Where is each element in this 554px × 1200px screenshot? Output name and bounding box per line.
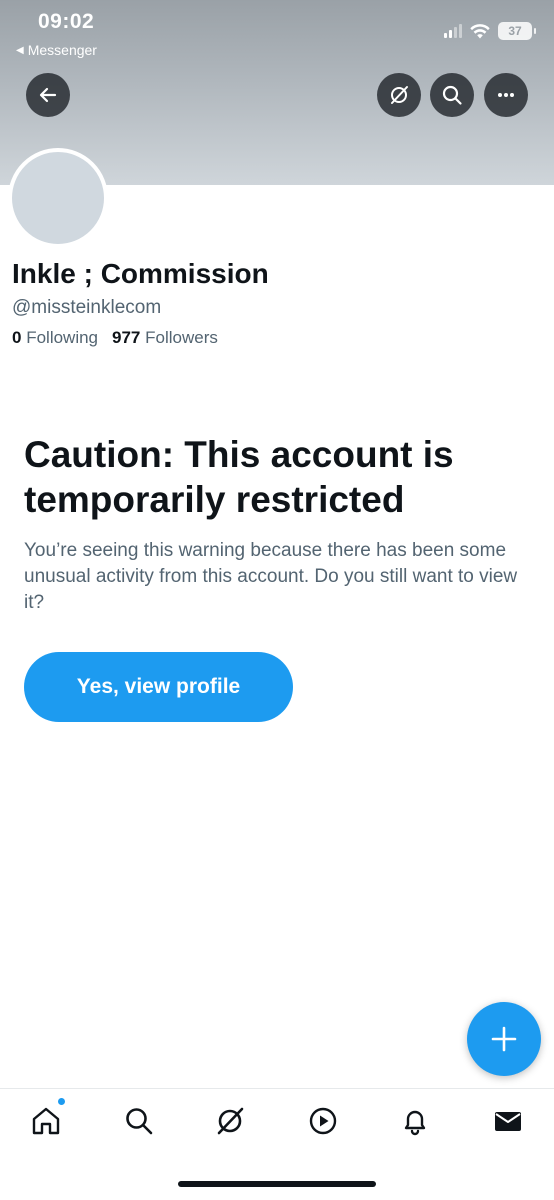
following-label: Following: [26, 328, 99, 347]
tab-home[interactable]: [28, 1097, 66, 1139]
search-button[interactable]: [430, 73, 474, 117]
display-name: Inkle ; Commission: [12, 258, 269, 289]
battery-indicator: 37: [498, 22, 536, 40]
tab-grok[interactable]: [212, 1103, 248, 1139]
messages-icon: [495, 1112, 521, 1131]
more-options-button[interactable]: [484, 73, 528, 117]
home-icon: [32, 1107, 60, 1135]
status-indicators: 37: [444, 22, 536, 40]
back-button[interactable]: [26, 73, 70, 117]
plus-icon: [491, 1026, 517, 1052]
view-profile-button[interactable]: Yes, view profile: [24, 652, 293, 722]
profile-screen: 09:02 ◀ Messenger 37 Inkle ; Commission …: [0, 0, 554, 1200]
user-handle: @missteinklecom: [12, 297, 162, 318]
home-badge-dot: [57, 1097, 66, 1106]
warning-body: You’re seeing this warning because there…: [24, 540, 518, 613]
wifi-icon: [470, 23, 490, 38]
video-icon: [309, 1107, 337, 1135]
notifications-icon: [404, 1110, 426, 1136]
grok-icon: [391, 86, 408, 104]
followers-label: Followers: [145, 328, 218, 347]
search-icon: [442, 85, 462, 105]
tab-notifications[interactable]: [397, 1103, 433, 1139]
back-arrow-icon: [39, 87, 57, 103]
compose-button[interactable]: [467, 1002, 541, 1076]
tab-video[interactable]: [305, 1103, 341, 1139]
followers-count: 977: [112, 328, 141, 347]
avatar[interactable]: [8, 148, 108, 248]
tab-search[interactable]: [121, 1103, 157, 1139]
back-triangle-icon: ◀: [16, 44, 24, 56]
search-icon: [126, 1108, 153, 1135]
cellular-signal-icon: [444, 24, 462, 38]
back-app-label: Messenger: [27, 42, 97, 58]
grok-icon: [217, 1107, 244, 1135]
more-icon: [498, 93, 514, 97]
back-to-app-link[interactable]: ◀ Messenger: [16, 42, 97, 58]
following-link[interactable]: 0 Following: [12, 328, 98, 348]
grok-button[interactable]: [377, 73, 421, 117]
status-time: 09:02: [38, 10, 95, 33]
tab-messages[interactable]: [490, 1103, 526, 1139]
following-count: 0: [12, 328, 22, 347]
follow-stats: 0 Following 977 Followers: [12, 328, 218, 348]
home-indicator[interactable]: [178, 1181, 376, 1187]
followers-link[interactable]: 977 Followers: [112, 328, 218, 348]
warning-title: Caution: This account is temporarily res…: [24, 434, 454, 520]
